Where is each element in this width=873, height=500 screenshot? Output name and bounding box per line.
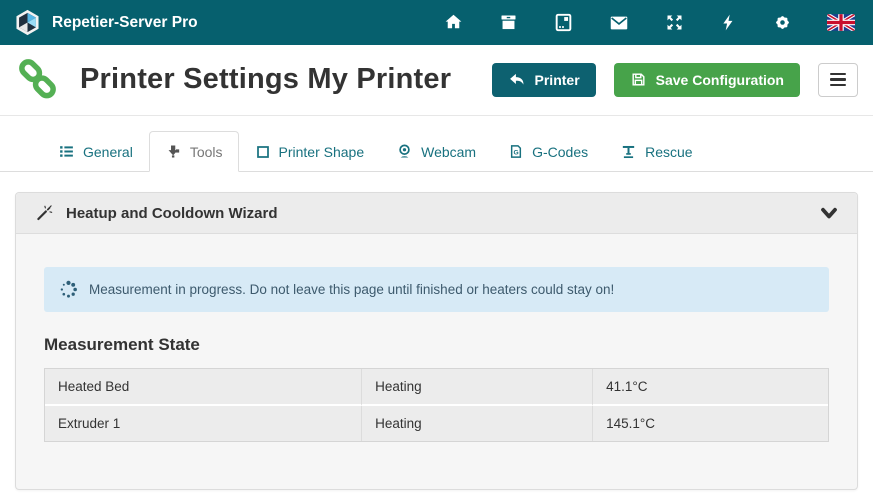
extruder-icon [165,143,182,160]
printer-button-label: Printer [535,72,580,88]
brand[interactable]: Repetier-Server Pro [14,9,198,36]
state-cell: Heating [362,369,593,406]
save-configuration-label: Save Configuration [656,72,784,88]
chevron-down-icon[interactable] [820,207,838,220]
tab-rescue-label: Rescue [645,144,692,160]
magic-wand-icon [35,204,53,222]
fullscreen-icon[interactable] [664,12,685,33]
square-outline-icon [255,144,271,160]
panel-header[interactable]: Heatup and Cooldown Wizard [16,193,857,234]
state-cell: Heating [362,406,593,441]
hamburger-icon [830,73,846,76]
panel-body: Measurement in progress. Do not leave th… [16,234,857,482]
tab-general-label: General [83,144,133,160]
rescue-probe-icon [620,143,637,160]
home-icon[interactable] [443,12,464,33]
repetier-logo-icon [14,9,41,36]
tab-tools[interactable]: Tools [149,131,239,172]
device-cell: Extruder 1 [45,406,362,441]
measurement-state-title: Measurement State [44,335,829,355]
printer-box-icon[interactable] [498,12,519,33]
save-configuration-button[interactable]: Save Configuration [614,63,800,97]
table-row: Heated Bed Heating 41.1°C [45,369,828,406]
spinner-icon [59,280,78,299]
settings-tabs: General Tools Printer Shape Webcam [0,116,873,172]
heatup-cooldown-panel: Heatup and Cooldown Wizard Measurement i… [15,192,858,490]
language-flag-uk-icon[interactable] [827,14,855,31]
svg-text:G: G [514,149,519,156]
page-header: Printer Settings My Printer Printer Save… [0,45,873,115]
temperature-cell: 145.1°C [593,406,828,441]
back-arrow-icon [508,72,526,88]
tab-printer-shape-label: Printer Shape [279,144,365,160]
bolt-icon[interactable] [719,12,738,33]
measurement-progress-alert: Measurement in progress. Do not leave th… [44,267,829,312]
gear-icon[interactable] [772,12,793,33]
tab-general[interactable]: General [42,131,149,172]
save-floppy-icon [630,71,647,88]
panel-title: Heatup and Cooldown Wizard [66,205,278,222]
table-row: Extruder 1 Heating 145.1°C [45,406,828,441]
tab-printer-shape[interactable]: Printer Shape [239,132,381,172]
tab-webcam-label: Webcam [421,144,476,160]
tab-gcodes-label: G-Codes [532,144,588,160]
printer-button[interactable]: Printer [492,63,596,97]
gcode-file-icon: G [508,143,524,160]
top-navbar: Repetier-Server Pro [0,0,873,45]
chain-link-icon [14,56,61,103]
measurement-table: Heated Bed Heating 41.1°C Extruder 1 Hea… [44,368,829,442]
tablet-icon[interactable] [553,12,574,33]
webcam-icon [396,143,413,160]
navbar-icons [443,12,859,34]
tab-gcodes[interactable]: G G-Codes [492,131,604,172]
menu-button[interactable] [818,63,858,97]
list-icon [58,143,75,160]
tab-tools-label: Tools [190,144,223,160]
device-cell: Heated Bed [45,369,362,406]
tab-rescue[interactable]: Rescue [604,131,708,172]
alert-text: Measurement in progress. Do not leave th… [89,282,614,297]
temperature-cell: 41.1°C [593,369,828,406]
mail-icon[interactable] [608,12,630,34]
tab-webcam[interactable]: Webcam [380,131,492,172]
page-title: Printer Settings My Printer [80,63,451,96]
brand-name: Repetier-Server Pro [52,14,198,32]
